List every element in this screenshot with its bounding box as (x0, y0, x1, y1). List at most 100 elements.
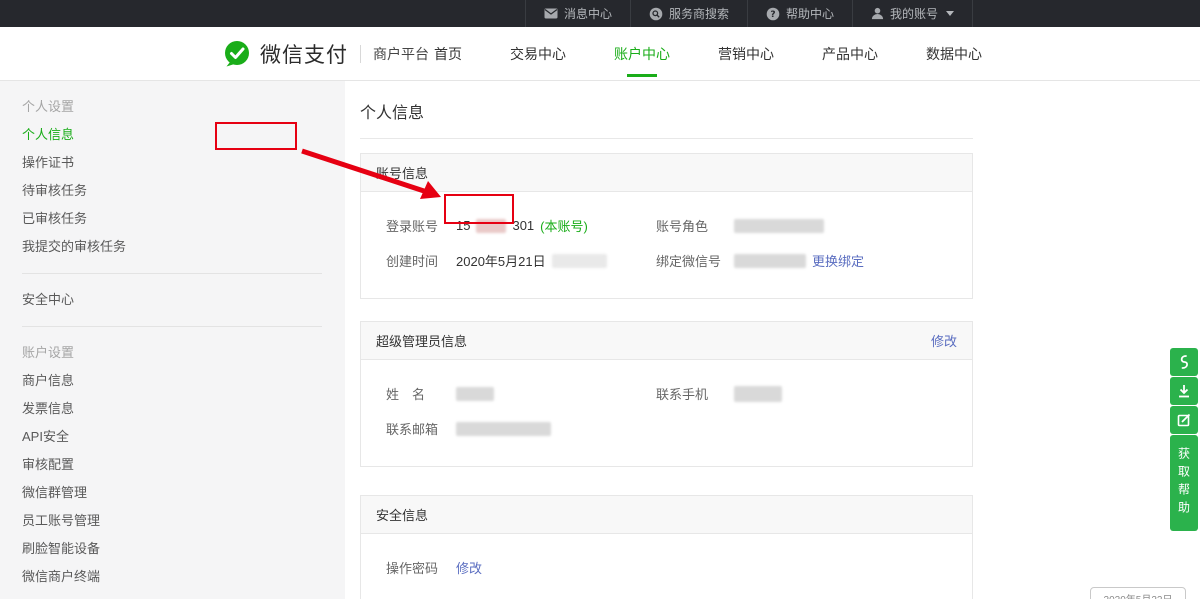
redacted-contact-phone (734, 386, 782, 402)
account-role-label: 账号角色 (656, 216, 734, 235)
sidebar: 个人设置 个人信息 操作证书 待审核任务 已审核任务 我提交的审核任务 安全中心… (0, 81, 345, 599)
nav-transaction-center[interactable]: 交易中心 (510, 38, 566, 70)
section-header-label: 超级管理员信息 (376, 331, 467, 350)
sidebar-item-my-submitted-review-tasks[interactable]: 我提交的审核任务 (22, 233, 345, 261)
search-icon (649, 7, 663, 21)
bound-wechat-label: 绑定微信号 (656, 251, 734, 270)
sidebar-item-wechat-group-management[interactable]: 微信群管理 (22, 479, 345, 507)
sidebar-item-personal-info[interactable]: 个人信息 (22, 121, 345, 149)
redacted-admin-name (456, 387, 494, 401)
info-row: 创建时间 2020年5月21日 绑定微信号 更换绑定 (361, 243, 972, 278)
sidebar-item-security-center[interactable]: 安全中心 (22, 286, 345, 314)
section-security-info: 安全信息 操作密码 修改 预留信息 未设置 (360, 495, 973, 599)
login-account-prefix: 15 (456, 218, 470, 233)
topbar-item-messages[interactable]: 消息中心 (525, 0, 630, 27)
section-header-label: 安全信息 (376, 505, 428, 524)
main-content: 个人信息 账号信息 登录账号 15 301 (本账号) (345, 81, 1200, 599)
login-account-label: 登录账号 (386, 216, 456, 235)
sidebar-item-face-smart-device[interactable]: 刷脸智能设备 (22, 535, 345, 563)
current-account-note: (本账号) (540, 216, 588, 235)
link-icon (1177, 354, 1191, 370)
sidebar-item-review-config[interactable]: 审核配置 (22, 451, 345, 479)
redacted-created-time (552, 254, 607, 268)
change-binding-link[interactable]: 更换绑定 (812, 251, 864, 270)
nav-home[interactable]: 首页 (434, 38, 462, 70)
question-icon: ? (766, 7, 780, 21)
redacted-login-digits (476, 219, 506, 233)
sidebar-item-operation-certificate[interactable]: 操作证书 (22, 149, 345, 177)
info-row: 登录账号 15 301 (本账号) 账号角色 (361, 208, 972, 243)
get-help-label: 获取帮助 (1176, 447, 1193, 519)
page-title: 个人信息 (360, 99, 1200, 123)
sidebar-divider (22, 326, 322, 327)
download-icon (1177, 384, 1191, 398)
topbar-item-provider-search[interactable]: 服务商搜索 (630, 0, 747, 27)
info-row: 操作密码 修改 (361, 550, 972, 585)
sidebar-item-staff-account-management[interactable]: 员工账号管理 (22, 507, 345, 535)
feedback-button[interactable] (1170, 406, 1198, 434)
created-time-label: 创建时间 (386, 251, 456, 270)
mail-icon (544, 8, 558, 19)
page: 消息中心 服务商搜索 ? 帮助中心 我的账号 微信 (0, 0, 1200, 599)
section-account-info-header: 账号信息 (361, 154, 972, 192)
section-account-info-body: 登录账号 15 301 (本账号) 账号角色 (361, 192, 972, 298)
topbar-item-label: 帮助中心 (786, 5, 834, 22)
section-super-admin-body: 姓 名 联系手机 联系邮箱 (361, 360, 972, 466)
brand-portal: 商户平台 (373, 44, 429, 64)
hotline-button[interactable] (1170, 348, 1198, 376)
user-icon (871, 7, 884, 20)
sidebar-item-reviewed-tasks[interactable]: 已审核任务 (22, 205, 345, 233)
topbar-item-my-account[interactable]: 我的账号 (852, 0, 973, 27)
sidebar-item-api-security[interactable]: API安全 (22, 423, 345, 451)
body-area: 个人设置 个人信息 操作证书 待审核任务 已审核任务 我提交的审核任务 安全中心… (0, 81, 1200, 599)
sidebar-item-merchant-info[interactable]: 商户信息 (22, 367, 345, 395)
edit-icon (1177, 413, 1191, 427)
title-divider (360, 138, 973, 139)
nav-product-center[interactable]: 产品中心 (822, 38, 878, 70)
section-super-admin-header: 超级管理员信息 修改 (361, 322, 972, 360)
section-account-info: 账号信息 登录账号 15 301 (本账号) 账号角色 (360, 153, 973, 299)
topbar-menu: 消息中心 服务商搜索 ? 帮助中心 我的账号 (525, 0, 973, 27)
floating-help-panel: 获取帮助 (1170, 348, 1198, 531)
sidebar-item-pending-review-tasks[interactable]: 待审核任务 (22, 177, 345, 205)
svg-text:?: ? (770, 10, 775, 20)
admin-name-label: 姓 名 (386, 384, 456, 403)
operation-password-label: 操作密码 (386, 558, 456, 577)
topbar-item-label: 我的账号 (890, 5, 938, 22)
sidebar-group-account-settings: 账户设置 (22, 339, 345, 367)
chevron-down-icon (946, 11, 954, 16)
sidebar-item-wechat-merchant-terminal[interactable]: 微信商户终端 (22, 563, 345, 591)
header: 微信支付 商户平台 首页 交易中心 账户中心 营销中心 产品中心 数据中心 (0, 27, 1200, 81)
contact-phone-label: 联系手机 (656, 384, 734, 403)
section-security-body: 操作密码 修改 预留信息 未设置 修改 (361, 534, 972, 599)
topbar-item-help[interactable]: ? 帮助中心 (747, 0, 852, 27)
sidebar-group-personal-settings: 个人设置 (22, 93, 345, 121)
redacted-contact-email (456, 422, 551, 436)
modify-password-link[interactable]: 修改 (456, 558, 482, 577)
main-nav: 首页 交易中心 账户中心 营销中心 产品中心 数据中心 (434, 38, 982, 70)
info-row: 联系邮箱 (361, 411, 972, 446)
brand-name: 微信支付 (260, 39, 348, 69)
topbar-item-label: 消息中心 (564, 5, 612, 22)
redacted-wechat-id (734, 254, 806, 268)
download-button[interactable] (1170, 377, 1198, 405)
section-header-label: 账号信息 (376, 163, 428, 182)
nav-account-center[interactable]: 账户中心 (614, 38, 670, 70)
brand[interactable]: 微信支付 商户平台 (222, 39, 429, 69)
section-security-header: 安全信息 (361, 496, 972, 534)
nav-marketing-center[interactable]: 营销中心 (718, 38, 774, 70)
login-account-suffix: 301 (512, 218, 534, 233)
created-time-value: 2020年5月21日 (456, 251, 546, 270)
sidebar-divider (22, 273, 322, 274)
wechat-pay-logo-icon (222, 39, 252, 69)
brand-separator (360, 45, 361, 63)
get-help-button[interactable]: 获取帮助 (1170, 435, 1198, 531)
sidebar-item-invoice-info[interactable]: 发票信息 (22, 395, 345, 423)
section-super-admin-info: 超级管理员信息 修改 姓 名 联系手机 (360, 321, 973, 467)
login-account-value: 15 301 (本账号) (456, 216, 588, 235)
topbar: 消息中心 服务商搜索 ? 帮助中心 我的账号 (0, 0, 1200, 27)
info-row: 姓 名 联系手机 (361, 376, 972, 411)
nav-data-center[interactable]: 数据中心 (926, 38, 982, 70)
contact-email-label: 联系邮箱 (386, 419, 456, 438)
modify-admin-link[interactable]: 修改 (931, 331, 957, 350)
